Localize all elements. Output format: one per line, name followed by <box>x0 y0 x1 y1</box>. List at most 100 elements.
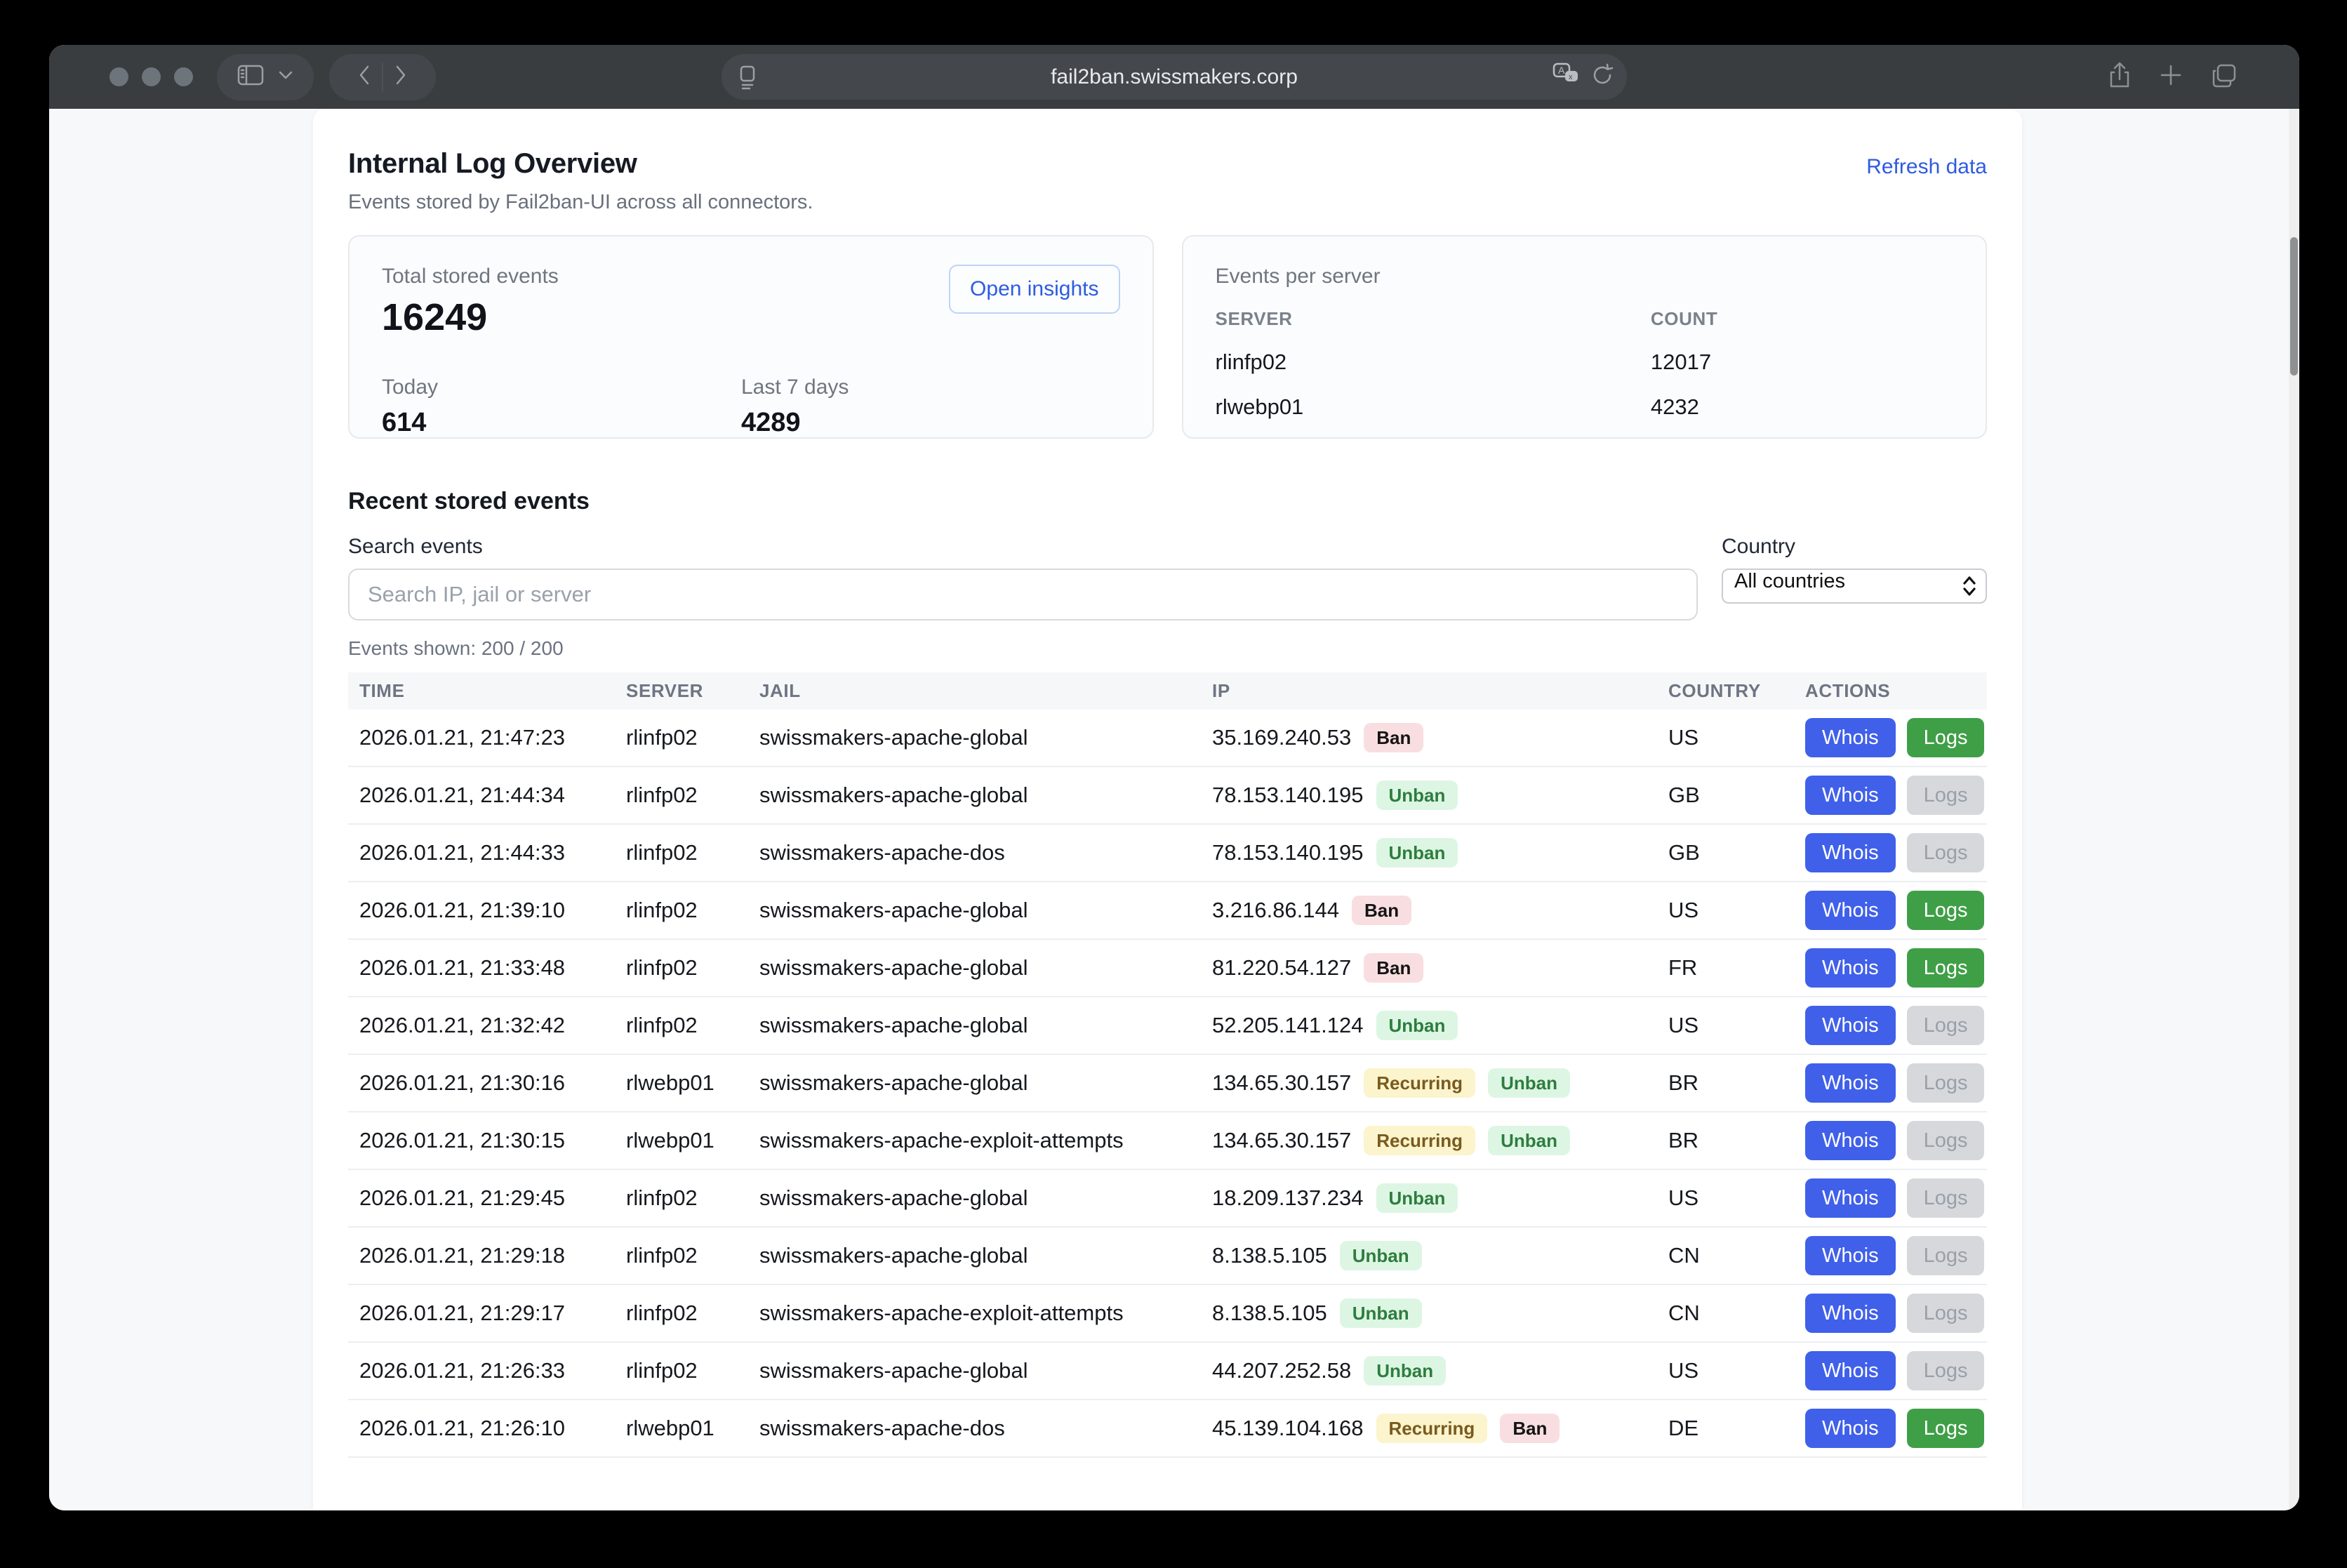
reload-icon[interactable] <box>1590 62 1614 91</box>
event-actions: Whois Logs <box>1794 948 1987 988</box>
unban-badge: Unban <box>1376 780 1458 810</box>
scrollbar-thumb[interactable] <box>2290 237 2298 376</box>
events-per-server-card: Events per server SERVER COUNT rlinfp021… <box>1182 235 1988 439</box>
whois-button[interactable]: Whois <box>1805 1409 1896 1448</box>
event-actions: WhoisLogs <box>1794 1178 1987 1218</box>
logs-button: Logs <box>1907 1294 1985 1333</box>
column-header-actions: ACTIONS <box>1794 680 1987 702</box>
event-server: rlwebp01 <box>615 1070 748 1096</box>
log-overview-card: Internal Log Overview Events stored by F… <box>313 109 2022 1510</box>
whois-button[interactable]: Whois <box>1805 1063 1896 1103</box>
column-header-ip: IP <box>1201 680 1657 702</box>
event-server: rlinfp02 <box>615 1013 748 1038</box>
whois-button[interactable]: Whois <box>1805 776 1896 815</box>
event-ip: 134.65.30.157 <box>1212 1128 1351 1153</box>
event-server: rlinfp02 <box>615 783 748 808</box>
tab-overview-icon[interactable] <box>2211 62 2238 91</box>
country-select[interactable]: All countries <box>1722 569 1987 604</box>
address-bar[interactable]: fail2ban.swissmakers.corp A x <box>722 54 1627 100</box>
logs-button[interactable]: Logs <box>1907 948 1985 988</box>
today-label: Today <box>382 376 741 399</box>
unban-badge: Unban <box>1376 838 1458 868</box>
ban-badge: Ban <box>1500 1414 1560 1443</box>
event-actions: Whois Logs <box>1794 1409 1987 1448</box>
minimize-button[interactable] <box>142 67 161 86</box>
page-title: Internal Log Overview <box>348 148 813 180</box>
whois-button[interactable]: Whois <box>1805 833 1896 872</box>
close-button[interactable] <box>109 67 128 86</box>
table-row: 2026.01.21, 21:26:10rlwebp01swissmakers-… <box>348 1400 1987 1458</box>
whois-button[interactable]: Whois <box>1805 1236 1896 1275</box>
share-icon[interactable] <box>2108 61 2131 93</box>
event-ip: 78.153.140.195 <box>1212 783 1364 808</box>
whois-button[interactable]: Whois <box>1805 948 1896 988</box>
event-time: 2026.01.21, 21:26:10 <box>348 1416 615 1441</box>
last7-value: 4289 <box>741 408 849 438</box>
table-row: 2026.01.21, 21:29:45rlinfp02swissmakers-… <box>348 1170 1987 1228</box>
recurring-badge: Recurring <box>1364 1126 1475 1155</box>
refresh-data-link[interactable]: Refresh data <box>1866 155 1987 179</box>
event-ip-cell: 18.209.137.234Unban <box>1201 1183 1657 1213</box>
event-country: US <box>1657 1185 1794 1211</box>
whois-button[interactable]: Whois <box>1805 1294 1896 1333</box>
event-ip: 8.138.5.105 <box>1212 1243 1327 1268</box>
event-ip-cell: 134.65.30.157RecurringUnban <box>1201 1126 1657 1155</box>
event-ip-cell: 8.138.5.105Unban <box>1201 1298 1657 1328</box>
column-header-jail: JAIL <box>748 680 1201 702</box>
new-tab-icon[interactable] <box>2159 63 2183 91</box>
logs-button[interactable]: Logs <box>1907 718 1985 757</box>
event-ip-cell: 81.220.54.127Ban <box>1201 953 1657 983</box>
translate-icon[interactable]: A x <box>1553 62 1581 91</box>
server-count: 4232 <box>1651 394 1953 420</box>
event-jail: swissmakers-apache-global <box>748 725 1201 750</box>
zoom-button[interactable] <box>174 67 193 86</box>
table-row: 2026.01.21, 21:33:48rlinfp02swissmakers-… <box>348 940 1987 997</box>
event-actions: Whois Logs <box>1794 718 1987 757</box>
event-actions: WhoisLogs <box>1794 1063 1987 1103</box>
events-per-server-label: Events per server <box>1216 265 1954 288</box>
event-time: 2026.01.21, 21:30:16 <box>348 1070 615 1096</box>
today-value: 614 <box>382 408 741 438</box>
page-subtitle: Events stored by Fail2ban-UI across all … <box>348 191 813 214</box>
logs-button[interactable]: Logs <box>1907 891 1985 930</box>
server-name: rlinfp02 <box>1216 350 1651 375</box>
event-actions: WhoisLogs <box>1794 1006 1987 1045</box>
logs-button: Logs <box>1907 776 1985 815</box>
table-row: 2026.01.21, 21:44:34rlinfp02swissmakers-… <box>348 767 1987 825</box>
event-ip-cell: 35.169.240.53Ban <box>1201 723 1657 752</box>
event-server: rlinfp02 <box>615 955 748 981</box>
total-events-value: 16249 <box>382 295 559 339</box>
event-country: DE <box>1657 1416 1794 1441</box>
total-events-label: Total stored events <box>382 265 559 288</box>
whois-button[interactable]: Whois <box>1805 1006 1896 1045</box>
scrollbar-track[interactable] <box>2289 109 2299 1510</box>
window-controls <box>109 67 193 86</box>
svg-text:x: x <box>1569 73 1573 81</box>
event-ip-cell: 134.65.30.157RecurringUnban <box>1201 1068 1657 1098</box>
whois-button[interactable]: Whois <box>1805 1351 1896 1390</box>
logs-button[interactable]: Logs <box>1907 1409 1985 1448</box>
open-insights-button[interactable]: Open insights <box>949 265 1119 314</box>
ban-badge: Ban <box>1364 953 1423 983</box>
total-events-card: Total stored events 16249 Open insights … <box>348 235 1154 439</box>
column-header-server: SERVER <box>615 680 748 702</box>
event-jail: swissmakers-apache-global <box>748 1185 1201 1211</box>
event-time: 2026.01.21, 21:30:15 <box>348 1128 615 1153</box>
browser-window: fail2ban.swissmakers.corp A x <box>49 45 2299 1510</box>
chevron-down-icon[interactable] <box>278 70 293 84</box>
logs-button: Logs <box>1907 1351 1985 1390</box>
table-row: 2026.01.21, 21:26:33rlinfp02swissmakers-… <box>348 1343 1987 1400</box>
server-name: rlwebp01 <box>1216 394 1651 420</box>
whois-button[interactable]: Whois <box>1805 718 1896 757</box>
whois-button[interactable]: Whois <box>1805 891 1896 930</box>
svg-text:A: A <box>1558 65 1565 76</box>
whois-button[interactable]: Whois <box>1805 1121 1896 1160</box>
whois-button[interactable]: Whois <box>1805 1178 1896 1218</box>
events-per-server-table: SERVER COUNT rlinfp0212017rlwebp014232 <box>1216 288 1954 420</box>
page-icon[interactable] <box>737 64 758 94</box>
back-icon[interactable] <box>358 65 371 89</box>
event-ip-cell: 78.153.140.195 Unban <box>1201 780 1657 810</box>
forward-icon[interactable] <box>394 65 407 89</box>
search-input[interactable] <box>348 569 1698 620</box>
sidebar-toggle-icon[interactable] <box>237 64 264 90</box>
